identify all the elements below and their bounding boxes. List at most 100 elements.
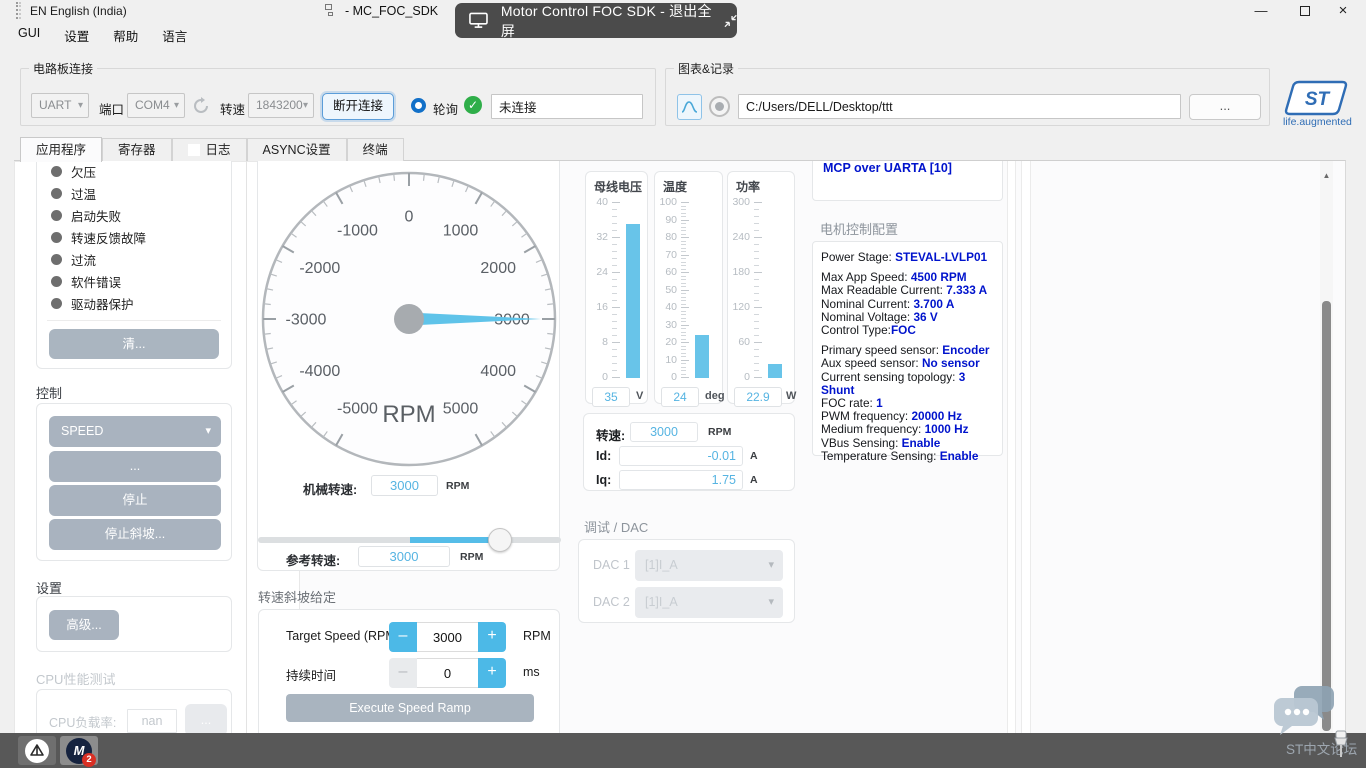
increment-button[interactable]: + <box>478 622 506 652</box>
svg-text:0: 0 <box>405 209 414 226</box>
settings-heading: 设置 <box>36 578 62 597</box>
duration-stepper: – + <box>389 658 506 688</box>
tab-ASYNC设置[interactable]: ASYNC设置 <box>247 138 347 161</box>
meter-tick <box>681 290 689 291</box>
meter-minor-tick <box>681 258 686 259</box>
menu-帮助[interactable]: 帮助 <box>103 24 148 44</box>
target-speed-stepper: – + <box>389 622 506 652</box>
record-path-field[interactable] <box>738 94 1181 119</box>
meter-tick <box>681 220 689 221</box>
language-bar-grip[interactable] <box>16 2 21 19</box>
tab-应用程序[interactable]: 应用程序 <box>20 137 102 162</box>
advanced-button[interactable]: 高级... <box>49 610 119 640</box>
collapsed-panel <box>1021 160 1031 733</box>
meter-tick <box>612 272 620 273</box>
chart-record-legend: 图表&记录 <box>674 60 738 77</box>
meter-minor-tick <box>681 251 686 252</box>
meter-tick <box>754 342 762 343</box>
fault-indicator-dot <box>51 254 62 265</box>
meter-minor-tick <box>681 286 686 287</box>
control-heading: 控制 <box>36 383 62 402</box>
fault-label: 过流 <box>71 250 96 269</box>
menu-设置[interactable]: 设置 <box>54 24 99 44</box>
interface-select[interactable]: UART▾ <box>31 93 89 118</box>
svg-text:-3000: -3000 <box>286 312 327 329</box>
fault-label: 驱动器保护 <box>71 294 134 313</box>
meter-tick-label: 0 <box>586 371 608 383</box>
fault-item: 过流 <box>37 248 231 270</box>
meter-tick-label: 20 <box>655 336 677 348</box>
svg-text:4000: 4000 <box>480 363 516 380</box>
meter-minor-tick <box>681 216 686 217</box>
control-mode-select[interactable]: SPEED▾ <box>49 416 221 447</box>
tab-label: ASYNC设置 <box>263 139 331 161</box>
board-connection-group: 电路板连接 UART▾ 端口 COM4▾ 转速 1843200▾ 断开连接 轮询… <box>20 68 656 126</box>
language-options-icon[interactable] <box>325 4 335 16</box>
meter-minor-tick <box>754 328 759 329</box>
port-select[interactable]: COM4▾ <box>127 93 185 118</box>
poll-radio[interactable] <box>411 98 426 113</box>
meter-tick-label: 40 <box>586 196 608 208</box>
config-line: Power Stage: STEVAL-LVLP01 <box>821 251 994 264</box>
exit-fullscreen-icon[interactable] <box>724 14 737 28</box>
svg-text:5000: 5000 <box>443 401 479 418</box>
dac-panel: DAC 1 [1]I_A▾ DAC 2 [1]I_A▾ <box>578 539 795 623</box>
meter-tick-label: 16 <box>586 301 608 313</box>
decrement-button[interactable]: – <box>389 622 417 652</box>
reference-speed-label: 参考转速: <box>286 550 340 569</box>
application-tab-content: 欠压过温启动失败转速反馈故障过流软件错误驱动器保护 清... 控制 SPEED▾… <box>14 160 1346 733</box>
tab-日志[interactable]: 日志 <box>172 138 247 161</box>
baud-select[interactable]: 1843200▾ <box>248 93 314 118</box>
meter-minor-tick <box>612 265 617 266</box>
chart-toggle-button[interactable] <box>677 94 702 120</box>
tab-终端[interactable]: 终端 <box>347 138 404 161</box>
connection-status-field[interactable] <box>491 94 643 119</box>
menu-GUI[interactable]: GUI <box>8 24 50 44</box>
maximize-button[interactable] <box>1288 0 1322 22</box>
meter-tick-label: 60 <box>728 336 750 348</box>
tab-label: 终端 <box>363 139 388 161</box>
browse-button[interactable]: ... <box>1189 94 1261 120</box>
meter-minor-tick <box>612 363 617 364</box>
taskbar-workbench-button[interactable] <box>18 736 56 765</box>
clear-faults-button[interactable]: 清... <box>49 329 219 359</box>
stop-ramp-button[interactable]: 停止斜坡... <box>49 519 221 550</box>
meter-minor-tick <box>754 335 759 336</box>
meter-tick <box>681 255 689 256</box>
target-speed-field[interactable] <box>417 622 478 652</box>
record-button[interactable] <box>709 96 730 117</box>
motor-config-body: Power Stage: STEVAL-LVLP01Max App Speed:… <box>813 242 1002 479</box>
meter-minor-tick <box>754 349 759 350</box>
scrollbar-thumb[interactable] <box>1322 301 1331 731</box>
notification-badge: 2 <box>82 753 96 767</box>
meter-tick <box>754 307 762 308</box>
minimize-button[interactable]: — <box>1244 0 1278 22</box>
motor-info-panel: Motors: 1 MCP over UARTA [10] <box>812 160 1003 201</box>
mcp-link[interactable]: MCP over UARTA [10] <box>823 161 952 175</box>
meter-minor-tick <box>612 251 617 252</box>
disconnect-button[interactable]: 断开连接 <box>322 93 394 120</box>
taskbar-motor-pilot-button[interactable]: M2 <box>60 736 98 765</box>
slider-handle[interactable] <box>488 528 512 552</box>
fault-indicator-dot <box>51 298 62 309</box>
increment-button[interactable]: + <box>478 658 506 688</box>
execute-speed-ramp-button[interactable]: Execute Speed Ramp <box>286 694 534 722</box>
language-indicator[interactable]: EN English (India) <box>30 4 127 18</box>
fault-indicator-dot <box>51 232 62 243</box>
reference-speed-field[interactable] <box>358 546 450 567</box>
meter-minor-tick <box>681 367 686 368</box>
dac2-label: DAC 2 <box>593 595 630 609</box>
meter-tick-label: 240 <box>728 231 750 243</box>
refresh-icon[interactable] <box>191 96 211 116</box>
st-logo: ST life.augmented <box>1283 80 1349 128</box>
meter-minor-tick <box>754 321 759 322</box>
vertical-scrollbar[interactable]: ▲ <box>1320 161 1333 733</box>
stop-button[interactable]: 停止 <box>49 485 221 516</box>
menu-语言[interactable]: 语言 <box>152 24 197 44</box>
board-connection-legend: 电路板连接 <box>29 60 97 77</box>
duration-field[interactable] <box>417 658 478 688</box>
start-button[interactable]: ... <box>49 451 221 482</box>
close-button[interactable]: × <box>1326 0 1360 22</box>
scroll-up-icon[interactable]: ▲ <box>1320 171 1333 180</box>
tab-寄存器[interactable]: 寄存器 <box>102 138 172 161</box>
